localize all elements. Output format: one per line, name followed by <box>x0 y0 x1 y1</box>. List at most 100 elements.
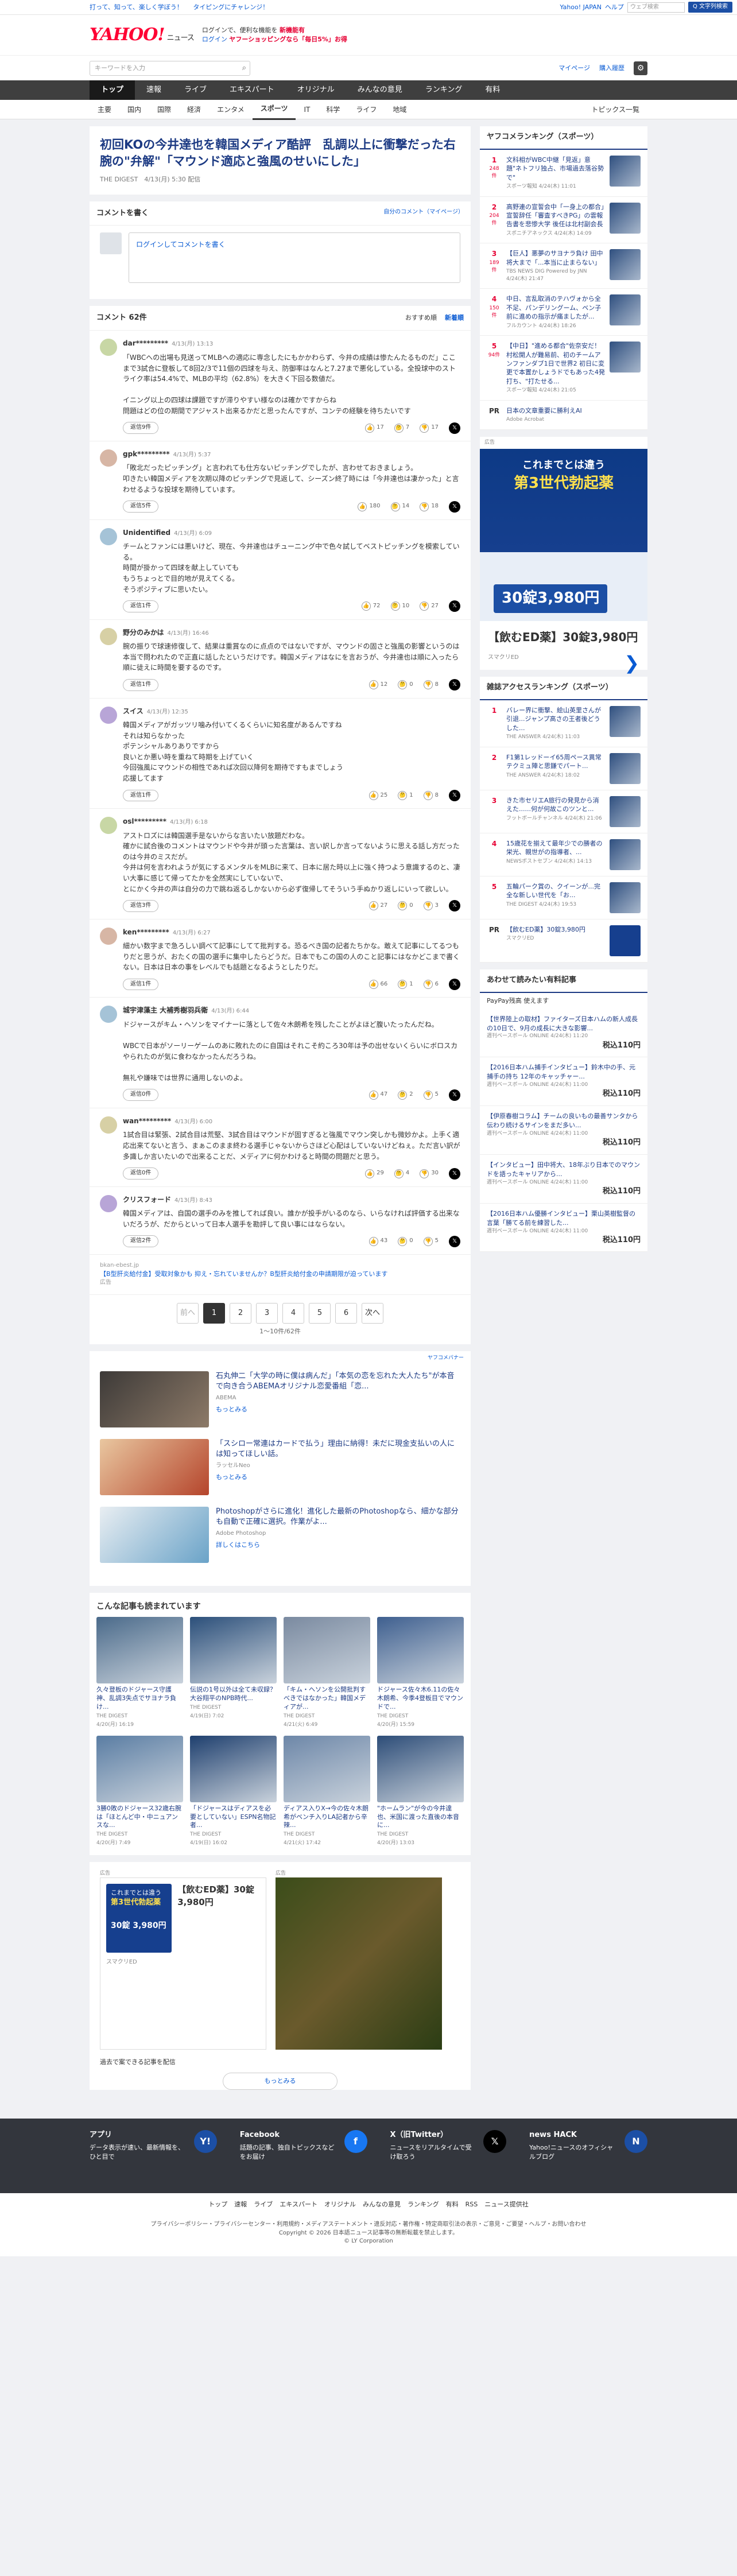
author-name[interactable]: 野分のみかは <box>123 629 164 637</box>
nav-breaking[interactable]: 速報 <box>135 80 173 100</box>
pr-item[interactable]: PR 日本の文章重要に勝利えAI Adobe Acrobat <box>480 401 647 430</box>
neutral-vote-button[interactable]: 🤔 1 <box>398 790 413 800</box>
ranking-item[interactable]: 3 きた市セリエA旅行の発見から消えた......何が何故このツンと... フットボ… <box>480 790 647 833</box>
ranking-item[interactable]: 3 189件 【巨人】悪夢のサヨナラ負け 田中将大まで「...本当に止まらない」 TB… <box>480 243 647 289</box>
ranking-item[interactable]: 5 五輪パーク賞の、クイーンが...完全な新しい世代を「お... THE DIGES… <box>480 876 647 920</box>
side-ad-image[interactable]: これまでとは違う 第3世代勃起薬 30錠3,980円 <box>480 448 647 621</box>
author-name[interactable]: gpk********* <box>123 450 170 458</box>
promo-item[interactable]: 石丸伸二「大学の時に僕は病んだ」「本気の恋を忘れた大人たち"が本音で向き合うAB… <box>90 1365 471 1433</box>
side-ad[interactable]: 広告 これまでとは違う 第3世代勃起薬 30錠3,980円 【飲むED薬】30錠… <box>480 436 647 674</box>
reply-button[interactable]: 返信1件 <box>123 789 159 802</box>
nav-live[interactable]: ライブ <box>173 80 218 100</box>
author-name[interactable]: スイス <box>123 707 143 715</box>
reply-button[interactable]: 返信1件 <box>123 679 159 691</box>
topics-list-link[interactable]: トピックス一覧 <box>583 100 647 119</box>
footer-nav-link[interactable]: RSS <box>466 2201 478 2208</box>
agree-vote-button[interactable]: 👍 43 <box>368 1236 387 1246</box>
related-article[interactable]: 3勝0敗のドジャース32歳右腕は「ほとんど中・中ニュアンスな... THE DIG… <box>96 1735 183 1848</box>
cat-science[interactable]: 科学 <box>318 100 348 119</box>
reply-button[interactable]: 返信9件 <box>123 422 159 434</box>
cat-domestic[interactable]: 国内 <box>119 100 149 119</box>
footer-facebook[interactable]: Facebook 話題の記事、独自トピックスなどをお届け f <box>240 2130 367 2182</box>
nav-top[interactable]: トップ <box>90 80 135 100</box>
promo-item[interactable]: Photoshopがさらに進化！進化した最新のPhotoshopなら、細かな部分… <box>90 1501 471 1569</box>
agree-vote-button[interactable]: 👍 72 <box>361 602 381 611</box>
cat-it[interactable]: IT <box>296 100 318 119</box>
neutral-vote-button[interactable]: 🤔 2 <box>398 1090 413 1100</box>
prev-page-button[interactable]: 前へ <box>177 1302 199 1324</box>
web-search-input[interactable]: ウェブ検索 <box>627 2 685 13</box>
cat-local[interactable]: 地域 <box>385 100 414 119</box>
ranking-item[interactable]: 2 204件 高野連の宣誓会中「一身上の都合」宣誓辞任「審査すべきPG」の雲報告書を… <box>480 197 647 244</box>
author-name[interactable]: クリスフォード <box>123 1196 171 1204</box>
nav-opinions[interactable]: みんなの意見 <box>346 80 414 100</box>
author-name[interactable]: dar********* <box>123 339 168 347</box>
promo-item[interactable]: 「スシロー常連はカードで払う」理由に納得！未だに現金支払いの人には知ってほしい話… <box>90 1433 471 1501</box>
ranking-item[interactable]: 2 F1第1レッドーイ65周ペース異常 テクミュ陣と思鎌でパート... THE AN… <box>480 747 647 790</box>
x-share-icon[interactable]: 𝕏 <box>449 600 460 612</box>
neutral-vote-button[interactable]: 🤔 4 <box>394 1169 409 1178</box>
paid-article[interactable]: 【伊原春樹コラム】チームの良いもの最善サンタから伝わり続けるサインをまだ多い..… <box>480 1106 647 1155</box>
gear-icon[interactable]: ⚙ <box>634 61 647 75</box>
x-share-icon[interactable]: 𝕏 <box>449 501 460 513</box>
reply-button[interactable]: 返信3件 <box>123 900 159 912</box>
more-button[interactable]: もっとみる <box>223 2073 338 2090</box>
cat-economy[interactable]: 経済 <box>179 100 209 119</box>
neutral-vote-button[interactable]: 🤔 14 <box>390 502 409 511</box>
purchase-history-link[interactable]: 購入履歴 <box>599 64 624 73</box>
page-6-button[interactable]: 6 <box>335 1302 357 1324</box>
footer-nav-link[interactable]: 有料 <box>446 2201 459 2208</box>
sort-recommended[interactable]: おすすめ順 <box>405 314 437 321</box>
cat-entertainment[interactable]: エンタメ <box>209 100 253 119</box>
x-share-icon[interactable]: 𝕏 <box>449 1235 460 1247</box>
footer-nav-link[interactable]: ライブ <box>254 2201 273 2208</box>
footer-newshack[interactable]: news HACK Yahoo!ニュースのオフィシャルブログ N <box>529 2130 647 2182</box>
related-article[interactable]: 伝説の1号以外は全て未収録？大谷翔平のNPB時代... THE DIGEST 4/1… <box>190 1617 277 1729</box>
author-name[interactable]: ken********* <box>123 928 169 936</box>
chevron-right-icon[interactable]: ❯ <box>624 650 639 676</box>
disagree-vote-button[interactable]: 👎 5 <box>423 1090 439 1100</box>
disagree-vote-button[interactable]: 👎 5 <box>423 1236 439 1246</box>
agree-vote-button[interactable]: 👍 12 <box>368 680 387 690</box>
page-3-button[interactable]: 3 <box>256 1302 278 1324</box>
related-article[interactable]: ドジャース佐々木6.11の佐々木朗希、今季4登板目でマウンドで... THE DI… <box>377 1617 464 1729</box>
game-ad-banner[interactable] <box>276 1877 442 2050</box>
agree-vote-button[interactable]: 👍 29 <box>365 1169 384 1178</box>
help-link[interactable]: ヘルプ <box>605 3 624 12</box>
neutral-vote-button[interactable]: 🤔 1 <box>398 980 413 990</box>
article-title[interactable]: 初回KOの今井達也を韓国メディア酷評 乱調以上に衝撃だった右腕の"弁解"「マウン… <box>100 137 460 170</box>
neutral-vote-button[interactable]: 🤔 7 <box>394 423 409 433</box>
reply-button[interactable]: 返信2件 <box>123 1235 159 1247</box>
author-name[interactable]: wan********* <box>123 1117 171 1125</box>
cat-life[interactable]: ライフ <box>348 100 385 119</box>
agree-vote-button[interactable]: 👍 27 <box>368 901 387 911</box>
agree-vote-button[interactable]: 👍 66 <box>368 980 387 990</box>
inline-ad[interactable]: bkan-ebest.jp 【B型肝炎給付金】受取対象かも 抑え・忘れていません… <box>90 1255 471 1295</box>
author-name[interactable]: 城宇津藻主 大補秀樹羽兵衛 <box>123 1006 208 1014</box>
my-comments-link[interactable]: 自分のコメント（マイページ） <box>383 208 464 219</box>
x-share-icon[interactable]: 𝕏 <box>449 1089 460 1101</box>
footer-nav-link[interactable]: ニュース提供社 <box>484 2201 528 2208</box>
cat-main[interactable]: 主要 <box>90 100 119 119</box>
yahoo-news-logo[interactable]: YAHOO! ニュース <box>90 22 195 48</box>
page-1-button[interactable]: 1 <box>203 1302 225 1324</box>
footer-x[interactable]: X（旧Twitter） ニュースをリアルタイムで受け取ろう 𝕏 <box>390 2130 507 2182</box>
typing-link-1[interactable]: 打って、知って、楽しく学ぼう！ <box>90 3 183 11</box>
disagree-vote-button[interactable]: 👎 18 <box>420 502 439 511</box>
neutral-vote-button[interactable]: 🤔 10 <box>390 602 409 611</box>
mypage-link[interactable]: マイページ <box>558 64 590 73</box>
ranking-item[interactable]: 1 248件 文科相がWBC中継「見返」意題"ネトフリ独占、市場過去落谷勢で" スポー… <box>480 150 647 197</box>
disagree-vote-button[interactable]: 👎 8 <box>423 790 439 800</box>
footer-nav-link[interactable]: ランキング <box>408 2201 439 2208</box>
footer-nav-link[interactable]: オリジナル <box>324 2201 356 2208</box>
reply-button[interactable]: 返信5件 <box>123 501 159 513</box>
footer-nav-link[interactable]: みんなの意見 <box>363 2201 401 2208</box>
neutral-vote-button[interactable]: 🤔 0 <box>398 901 413 911</box>
cat-world[interactable]: 国際 <box>149 100 179 119</box>
ed-ad-banner[interactable]: これまでとは違う 第3世代勃起薬 30錠 3,980円 【飲むED薬】30錠3,98… <box>100 1877 266 2050</box>
neutral-vote-button[interactable]: 🤔 0 <box>398 1236 413 1246</box>
page-2-button[interactable]: 2 <box>230 1302 251 1324</box>
page-4-button[interactable]: 4 <box>282 1302 304 1324</box>
pr-item[interactable]: PR 【飲むED薬】30錠3,980円 スマクリED <box>480 920 647 963</box>
search-icon[interactable]: ⌕ <box>242 63 246 74</box>
